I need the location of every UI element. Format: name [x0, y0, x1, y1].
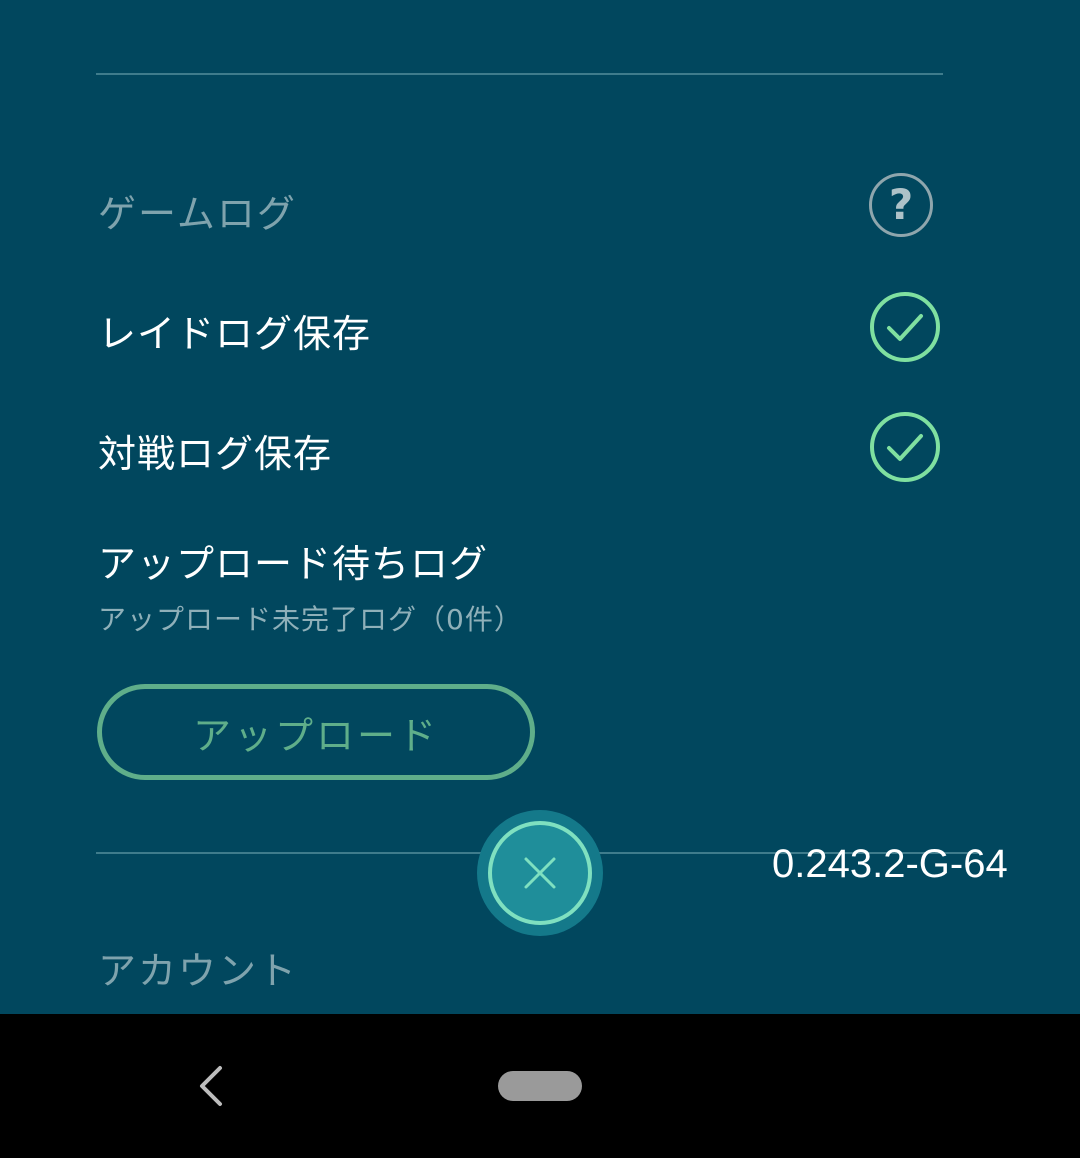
back-chevron-icon[interactable] [190, 1062, 230, 1110]
close-button[interactable] [477, 810, 603, 936]
home-pill-icon[interactable] [498, 1071, 582, 1101]
battle-log-checkbox[interactable] [869, 411, 941, 483]
pending-upload-label: アップロード待ちログ [98, 542, 489, 586]
close-button-inner [488, 821, 592, 925]
upload-button[interactable]: アップロード [97, 684, 535, 780]
game-log-section-title: ゲームログ [98, 192, 297, 236]
system-nav-bar [0, 1014, 1080, 1158]
help-icon[interactable]: ? [869, 173, 933, 237]
raid-log-checkbox[interactable] [869, 291, 941, 363]
close-icon [524, 857, 556, 889]
raid-log-label: レイドログ保存 [98, 312, 372, 356]
bottom-divider-left [96, 852, 486, 854]
top-divider [96, 73, 943, 75]
account-section-title: アカウント [98, 949, 299, 993]
settings-screen: ゲームログ ? レイドログ保存 対戦ログ保存 アップロード待ちログ アップロード… [0, 0, 1080, 1158]
version-text: 0.243.2-G-64 [772, 842, 1008, 886]
pending-upload-count: アップロード未完了ログ（0件） [98, 603, 523, 636]
battle-log-label: 対戦ログ保存 [98, 432, 333, 476]
